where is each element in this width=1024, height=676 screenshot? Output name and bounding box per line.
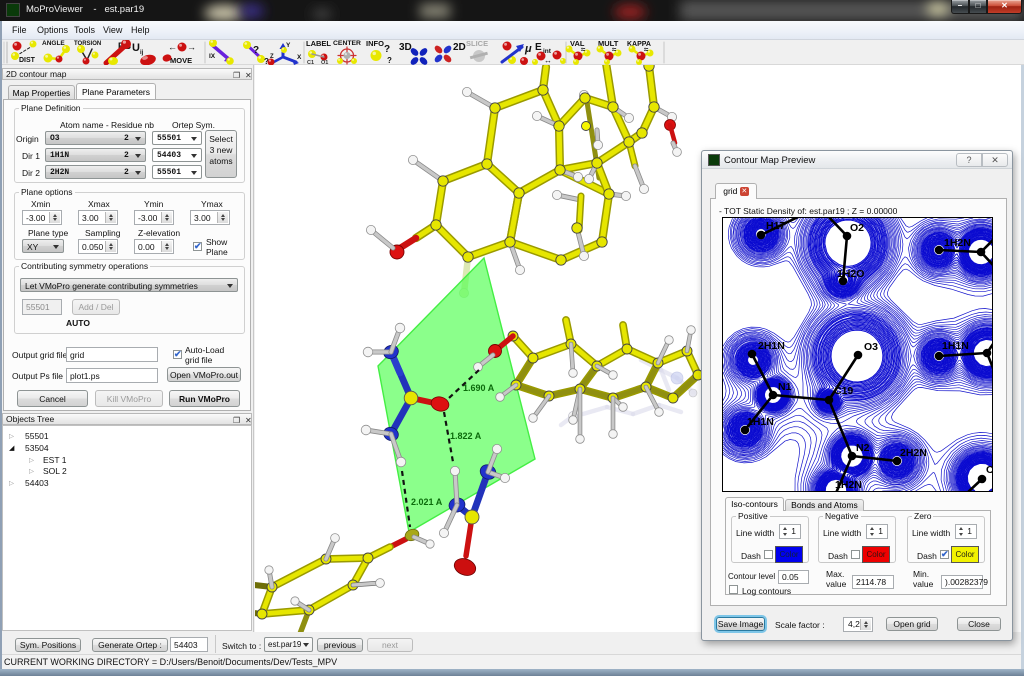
svg-text:LABEL: LABEL (306, 40, 331, 48)
svg-text:MOVE: MOVE (170, 56, 192, 65)
svg-text:↔: ↔ (544, 56, 552, 65)
svg-text:≈: ≈ (644, 45, 649, 54)
svg-text:?: ? (384, 44, 390, 55)
svg-text:N1: N1 (778, 381, 792, 393)
svg-text:H17: H17 (766, 220, 785, 232)
svg-text:≈: ≈ (612, 45, 617, 54)
svg-text:3D: 3D (399, 42, 412, 53)
svg-text:O2: O2 (850, 222, 864, 234)
svg-text:←: ← (168, 42, 177, 52)
svg-text:X: X (297, 54, 302, 61)
svg-text:ANGLE: ANGLE (42, 40, 65, 47)
svg-text:1H1N: 1H1N (942, 340, 969, 352)
svg-text:2.021 A: 2.021 A (411, 497, 443, 507)
svg-text:SLICE: SLICE (466, 40, 488, 48)
svg-text:1.690 A: 1.690 A (463, 383, 495, 393)
svg-text:U: U (132, 42, 140, 54)
svg-text:Z: Z (270, 54, 274, 60)
svg-text:1.822 A: 1.822 A (450, 431, 482, 441)
svg-text:→: → (187, 42, 196, 52)
svg-text:?: ? (253, 45, 259, 56)
svg-text:INFO: INFO (366, 40, 384, 48)
svg-text:1H2N: 1H2N (944, 237, 971, 249)
svg-text:DIST: DIST (19, 57, 36, 64)
svg-text:E: E (535, 42, 542, 53)
svg-text:1H2N: 1H2N (835, 479, 862, 491)
svg-text:O3: O3 (864, 341, 878, 353)
svg-text:2H1N: 2H1N (758, 340, 785, 352)
svg-text:O: O (986, 464, 992, 476)
svg-text:ij: ij (140, 50, 144, 56)
svg-text:1H1N: 1H1N (747, 416, 774, 428)
svg-text:CENTER: CENTER (333, 40, 361, 47)
svg-text:TORSION: TORSION (74, 41, 101, 47)
svg-text:μ: μ (524, 43, 532, 55)
svg-text:N2: N2 (856, 442, 870, 454)
svg-text:IX: IX (209, 53, 216, 60)
svg-text:≈: ≈ (581, 45, 586, 54)
svg-text:C19: C19 (834, 385, 853, 397)
svg-text:1H2O: 1H2O (837, 268, 864, 280)
svg-text:2D: 2D (453, 42, 466, 53)
svg-text:2H2N: 2H2N (900, 447, 927, 459)
svg-text:?: ? (387, 56, 392, 65)
svg-text:Y: Y (286, 42, 291, 49)
